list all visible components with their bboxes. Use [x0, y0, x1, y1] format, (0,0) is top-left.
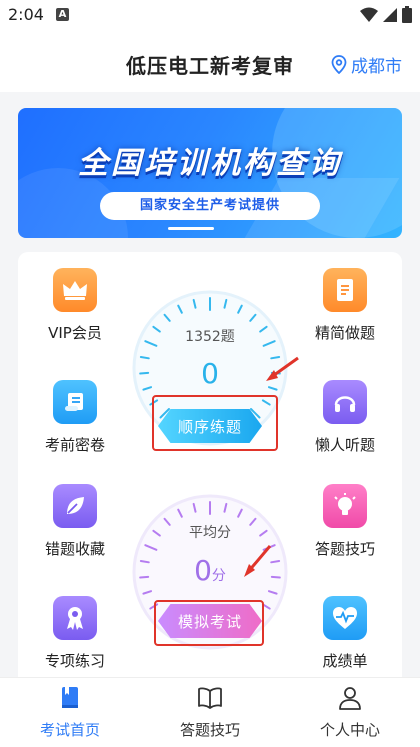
crown-icon: [53, 268, 97, 312]
headphones-icon: [323, 380, 367, 424]
wifi-icon: [360, 7, 378, 22]
signal-icon: [383, 7, 397, 22]
tab-tips-label: 答题技巧: [179, 721, 240, 739]
pre-exam-label: 考前密卷: [44, 436, 105, 454]
lightbulb-icon: [323, 484, 367, 528]
score-report-label: 成绩单: [322, 652, 368, 670]
pre-exam-button[interactable]: 考前密卷: [25, 380, 125, 455]
tips-label: 答题技巧: [314, 540, 375, 558]
wrong-fav-button[interactable]: 错题收藏: [25, 484, 125, 559]
highlight-box: [152, 395, 278, 451]
tab-profile-label: 个人中心: [319, 721, 380, 739]
promo-banner[interactable]: 全国培训机构查询 国家安全生产考试提供: [18, 108, 402, 238]
status-time: 2:04: [8, 5, 44, 24]
exam-average-value: 0: [194, 554, 212, 587]
tab-exam-home[interactable]: 考试首页: [0, 678, 140, 747]
location-pin-icon: [331, 55, 347, 74]
app-header: 低压电工新考复审 成都市: [0, 30, 420, 92]
highlight-box: [154, 600, 264, 646]
scroll-icon: [53, 380, 97, 424]
banner-page-indicator: [168, 227, 214, 230]
concise-label: 精简做题: [314, 324, 375, 342]
tab-exam-home-label: 考试首页: [39, 721, 100, 739]
practice-question-count: 1352题: [185, 329, 235, 345]
leaf-icon: [53, 484, 97, 528]
tips-button[interactable]: 答题技巧: [295, 484, 395, 559]
lazy-listen-button[interactable]: 懒人听题: [295, 380, 395, 455]
score-report-button[interactable]: 成绩单: [295, 596, 395, 671]
document-icon: [323, 268, 367, 312]
open-book-icon: [198, 687, 222, 709]
feature-card: VIP会员 考前密卷 错题收藏 专项练习 精简做题 懒人听题 答题技巧 成绩单 …: [18, 252, 402, 692]
tab-tips[interactable]: 答题技巧: [140, 678, 280, 747]
medal-icon: [53, 596, 97, 640]
special-practice-button[interactable]: 专项练习: [25, 596, 125, 671]
exam-average-unit: 分: [211, 568, 226, 584]
banner-subtitle: 国家安全生产考试提供: [100, 192, 320, 220]
battery-icon: [402, 6, 412, 23]
status-bar: 2:04 A: [0, 0, 420, 30]
location-selector[interactable]: 成都市: [331, 52, 402, 77]
notification-icon: A: [56, 8, 69, 21]
tab-profile[interactable]: 个人中心: [280, 678, 420, 747]
bottom-tab-bar: 考试首页 答题技巧 个人中心: [0, 677, 420, 747]
concise-button[interactable]: 精简做题: [295, 268, 395, 343]
user-icon: [339, 687, 361, 710]
red-arrow-icon: [244, 545, 272, 577]
special-practice-label: 专项练习: [44, 652, 105, 670]
status-icons: [360, 6, 412, 23]
heartbeat-icon: [323, 596, 367, 640]
exam-average-caption: 平均分: [189, 525, 231, 541]
lazy-listen-label: 懒人听题: [314, 436, 375, 454]
red-arrow-icon: [266, 356, 299, 381]
location-label: 成都市: [351, 57, 402, 77]
book-icon: [62, 687, 78, 708]
wrong-fav-label: 错题收藏: [44, 540, 105, 558]
banner-title: 全国培训机构查询: [78, 146, 342, 181]
vip-label: VIP会员: [48, 324, 102, 342]
vip-button[interactable]: VIP会员: [25, 268, 125, 343]
